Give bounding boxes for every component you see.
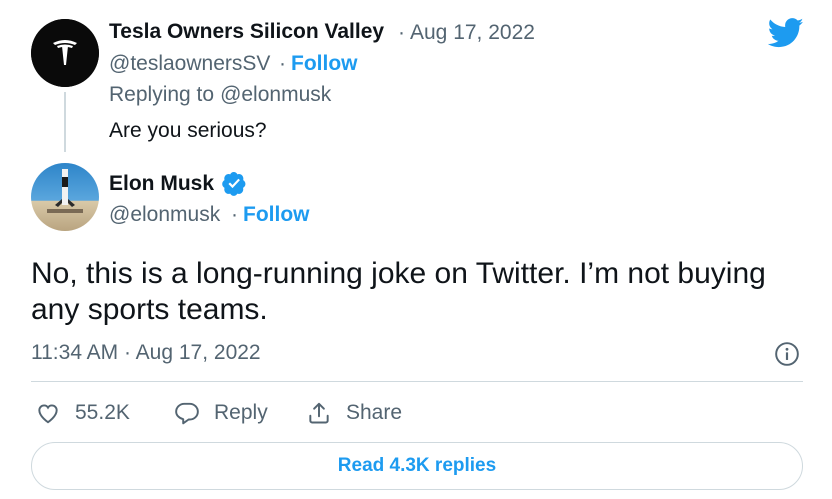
twitter-bird-icon[interactable]: [767, 18, 804, 48]
replying-to-label: Replying to: [109, 83, 215, 106]
elon-musk-avatar[interactable]: [31, 163, 99, 231]
main-tweet-text: No, this is a long-running joke on Twitt…: [31, 257, 766, 326]
like-button[interactable]: 55.2K: [35, 398, 130, 428]
share-label: Share: [346, 401, 403, 424]
like-count: 55.2K: [75, 401, 130, 424]
reply-author-handle[interactable]: @teslaownersSV: [109, 52, 270, 76]
reply-tweet-text: Are you serious?: [109, 119, 267, 142]
share-icon: [309, 402, 329, 424]
main-author-handle[interactable]: @elonmusk: [109, 203, 220, 227]
tweet-timestamp[interactable]: 11:34 AM · Aug 17, 2022: [31, 341, 261, 365]
replying-to-user[interactable]: @elonmusk: [220, 83, 331, 106]
divider: [31, 381, 803, 382]
verified-badge-icon: [222, 171, 247, 196]
read-replies-button[interactable]: Read 4.3K replies: [31, 442, 803, 490]
read-replies-label: Read 4.3K replies: [337, 455, 497, 476]
reply-date[interactable]: Aug 17, 2022: [410, 21, 535, 45]
follow-button-teslaowners[interactable]: Follow: [291, 52, 358, 76]
tesla-owners-avatar[interactable]: [31, 19, 99, 87]
separator-dot: ·: [398, 21, 405, 44]
replying-to-line: Replying to @elonmusk: [109, 83, 331, 107]
info-icon[interactable]: [774, 341, 800, 367]
separator-dot: ·: [231, 203, 238, 226]
reply-button[interactable]: Reply: [174, 398, 268, 428]
speech-bubble-icon: [175, 402, 199, 425]
reply-label: Reply: [214, 401, 268, 424]
main-author-name[interactable]: Elon Musk: [109, 172, 214, 196]
separator-dot: ·: [279, 52, 286, 75]
thread-connector-line: [64, 92, 66, 152]
follow-button-elonmusk[interactable]: Follow: [243, 203, 310, 227]
reply-author-name[interactable]: Tesla Owners Silicon Valley: [109, 20, 384, 44]
share-button[interactable]: Share: [306, 398, 402, 428]
heart-icon: [38, 404, 58, 424]
